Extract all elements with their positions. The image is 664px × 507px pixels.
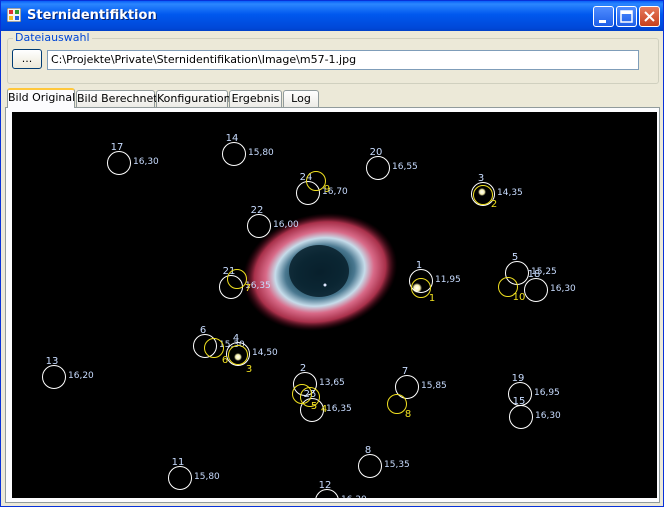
catalog-star-id: 14: [226, 133, 239, 144]
catalog-star-magnitude: 16,20: [68, 371, 94, 381]
catalog-star-magnitude: 11,95: [435, 275, 461, 285]
catalog-star-magnitude: 16,55: [392, 162, 418, 172]
catalog-star-circle: [247, 214, 271, 238]
maximize-button[interactable]: [616, 6, 637, 27]
tab-bild-original[interactable]: Bild Original: [7, 88, 75, 108]
catalog-star-circle: [524, 278, 548, 302]
catalog-star-circle: [222, 142, 246, 166]
catalog-star-magnitude: 16,30: [535, 411, 561, 421]
detected-star-id: 3: [246, 364, 252, 375]
catalog-star-11: 11 15,80: [168, 457, 220, 490]
detected-star-id: 6: [222, 355, 228, 366]
catalog-star-circle: [358, 454, 382, 478]
catalog-star-magnitude: 15,35: [384, 460, 410, 470]
catalog-star-circle: [366, 156, 390, 180]
maximize-icon: [620, 10, 633, 23]
catalog-star-20: 20 16,55: [366, 147, 418, 180]
detected-star-id: 1: [429, 293, 435, 304]
catalog-star-magnitude: 14,50: [252, 348, 278, 358]
catalog-star-id: 19: [512, 373, 525, 384]
catalog-star-id: 7: [402, 366, 408, 377]
file-path-input[interactable]: C:\Projekte\Private\Sternidentifikation\…: [47, 50, 639, 70]
catalog-star-circle: [107, 151, 131, 175]
detected-star-id: 9: [324, 184, 330, 195]
detected-star-id: 2: [491, 199, 497, 210]
ring-nebula: [242, 212, 398, 332]
catalog-star-circle: [505, 261, 529, 285]
detected-star-id: 10: [513, 292, 526, 303]
catalog-star-id: 6: [200, 325, 206, 336]
catalog-star-magnitude: 14,35: [497, 188, 523, 198]
catalog-star-id: 1: [416, 260, 422, 271]
catalog-star-magnitude: 16,95: [534, 388, 560, 398]
catalog-star-id: 12: [319, 480, 332, 491]
star-overlay: 1716,301415,80 2016,552416,70314,352216,0…: [42, 133, 576, 498]
catalog-star-id: 20: [370, 147, 383, 158]
tab-ergebnis[interactable]: Ergebnis: [229, 90, 282, 107]
main-window: Sternidentifiktion Dateiauswahl ... C:\P…: [0, 0, 664, 507]
catalog-star-magnitude: 13,65: [319, 378, 345, 388]
minimize-icon: [599, 20, 606, 23]
catalog-star-magnitude: 15,80: [194, 472, 220, 482]
detected-star-circle: [387, 394, 407, 414]
catalog-star-id: 22: [251, 205, 264, 216]
catalog-star-id: 11: [172, 457, 185, 468]
catalog-star-id: 4: [233, 333, 239, 344]
catalog-star-magnitude: 15,80: [248, 148, 274, 158]
catalog-star-id: 8: [365, 445, 371, 456]
browse-button[interactable]: ...: [12, 49, 42, 69]
star-image[interactable]: 17 16,30 14 15,80 20 16,55 24 16,70 3 14,35 22 16,0…: [12, 112, 657, 498]
catalog-star-magnitude: 16,20: [341, 495, 367, 498]
catalog-star-id: 15: [513, 396, 526, 407]
catalog-star-8: 815,35: [358, 445, 410, 478]
catalog-star-magnitude: 16,00: [273, 220, 299, 230]
catalog-star-circle: [168, 466, 192, 490]
catalog-star-13: 13 16,20: [42, 356, 94, 389]
catalog-star-magnitude: 15,85: [421, 381, 447, 391]
catalog-star-id: 17: [111, 142, 124, 153]
detected-star-id: 4: [321, 404, 327, 415]
catalog-star-id: 18: [528, 269, 541, 280]
catalog-star-magnitude: 16,30: [133, 157, 159, 167]
catalog-star-7: 715,85: [395, 366, 447, 399]
catalog-star-magnitude: 16,30: [550, 284, 576, 294]
bright-star: [234, 353, 242, 361]
catalog-star-magnitude: 16,35: [326, 404, 352, 414]
catalog-star-id: 5: [512, 252, 518, 263]
close-icon: [644, 11, 655, 22]
window-title: Sternidentifiktion: [27, 8, 157, 23]
catalog-star-15: 15 16,30: [509, 396, 561, 429]
minimize-button[interactable]: [593, 6, 614, 27]
catalog-star-id: 2: [300, 363, 306, 374]
catalog-star-circle: [296, 181, 320, 205]
tab-log[interactable]: Log: [283, 90, 319, 107]
app-icon: [7, 8, 21, 22]
catalog-star-circle: [42, 365, 66, 389]
catalog-star-2: 213,65: [293, 363, 345, 396]
tab-konfiguration[interactable]: Konfiguration: [156, 90, 231, 107]
tab-bild-berechnet[interactable]: Bild Berechnet: [76, 90, 158, 107]
catalog-star-id: 21: [223, 266, 236, 277]
detected-star-id: 8: [405, 409, 411, 420]
title-bar[interactable]: Sternidentifiktion: [1, 1, 663, 31]
file-selection-label: Dateiauswahl: [13, 31, 92, 44]
catalog-star-id: 13: [46, 356, 59, 367]
catalog-star-14: 14 15,80: [222, 133, 274, 166]
catalog-star-circle: [509, 405, 533, 429]
detected-star-10: 10: [498, 277, 526, 303]
catalog-star-17: 17 16,30: [107, 142, 159, 175]
close-button[interactable]: [639, 6, 660, 27]
catalog-star-id: 3: [478, 173, 484, 184]
catalog-star-12: 12 16,20: [315, 480, 367, 498]
detected-star-id: 7: [245, 283, 251, 294]
bright-star: [478, 188, 486, 196]
